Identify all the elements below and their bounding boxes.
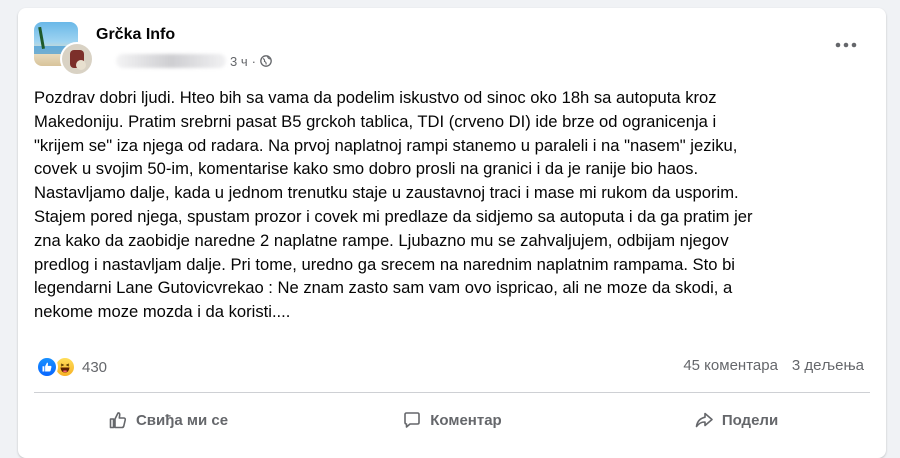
like-button[interactable]: Свиђа ми се — [26, 400, 310, 440]
reaction-count: 430 — [82, 358, 108, 376]
post-actions-bar: Свиђа ми се Коментар Подели — [26, 400, 878, 440]
profile-avatar-badge[interactable] — [60, 42, 94, 76]
ellipsis-icon — [835, 42, 857, 48]
shares-count-link[interactable]: 3 дељења — [792, 357, 864, 377]
share-arrow-icon — [695, 412, 713, 428]
meta-separator: · — [251, 53, 256, 69]
avatar-palm — [38, 24, 56, 50]
post-card: Grčka Info 3 ч · Pozdrav dobri ljudi. Ht… — [18, 8, 886, 458]
share-button[interactable]: Подели — [594, 400, 878, 440]
blurred-author-name — [116, 54, 226, 68]
reactions-summary[interactable]: 430 — [36, 356, 107, 378]
comment-icon — [404, 412, 421, 428]
comments-count-link[interactable]: 45 коментара — [683, 357, 778, 377]
like-button-label: Свиђа ми се — [135, 411, 229, 429]
post-timestamp[interactable]: 3 ч — [230, 54, 248, 69]
actions-divider — [34, 392, 870, 393]
post-body-text: Pozdrav dobri ljudi. Hteo bih sa vama da… — [34, 88, 753, 322]
comment-button-label: Коментар — [430, 411, 502, 429]
thumbs-up-icon — [109, 412, 127, 429]
avatar-badge-detail — [76, 60, 86, 70]
globe-icon[interactable] — [260, 55, 272, 67]
post-meta: 3 ч · — [116, 52, 272, 70]
comment-button[interactable]: Коментар — [310, 400, 594, 440]
like-reaction-icon — [36, 356, 58, 378]
page-name-link[interactable]: Grčka Info — [96, 26, 175, 44]
more-options-button[interactable] — [828, 34, 864, 56]
post-stats: 45 коментара 3 дељења — [683, 357, 864, 377]
share-button-label: Подели — [721, 411, 779, 429]
